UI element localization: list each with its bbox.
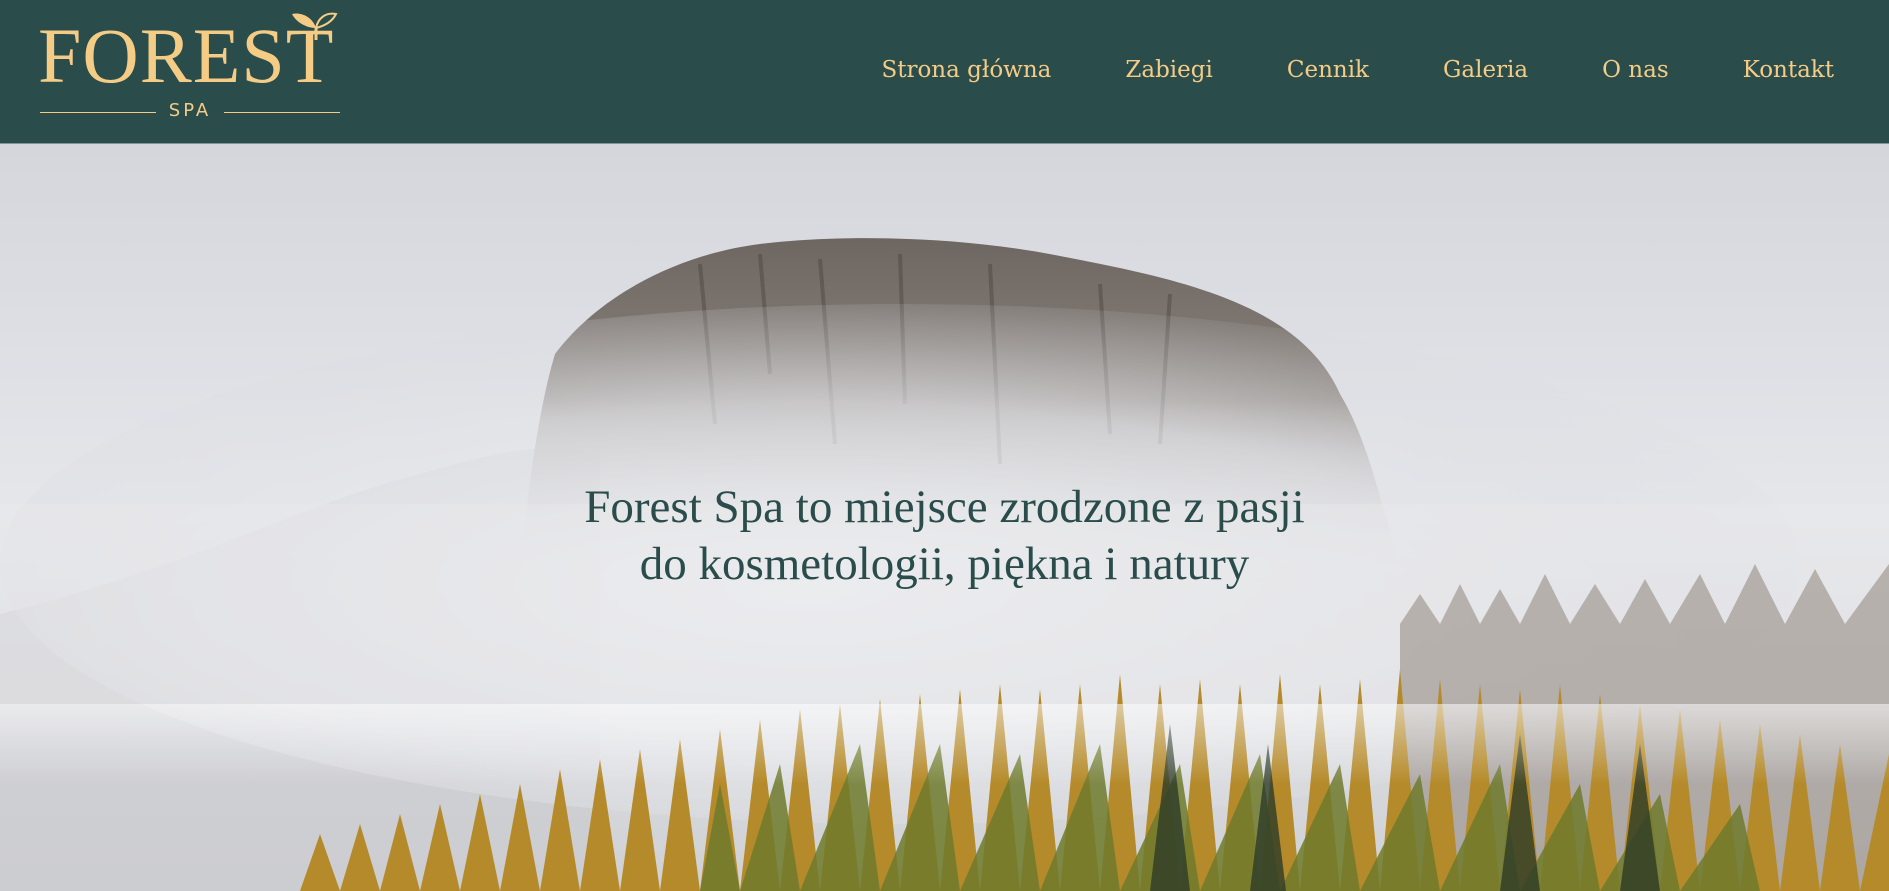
hero-tagline-line-1: Forest Spa to miejsce zrodzone z pasji <box>584 481 1305 533</box>
main-nav: Strona główna Zabiegi Cennik Galeria O n… <box>881 50 1834 90</box>
hero-tagline-line-2: do kosmetologii, piękna i natury <box>639 538 1250 590</box>
site-header: FOREST SPA Strona główna Zabiegi Cennik … <box>0 0 1889 144</box>
nav-link-pricing[interactable]: Cennik <box>1287 57 1369 83</box>
logo-subtitle: SPA <box>38 100 342 122</box>
nav-link-about[interactable]: O nas <box>1602 57 1669 83</box>
logo-divider-right <box>224 112 340 113</box>
nav-link-home[interactable]: Strona główna <box>881 57 1051 83</box>
hero-tagline: Forest Spa to miejsce zrodzone z pasji d… <box>0 479 1889 593</box>
leaf-icon <box>292 12 338 40</box>
logo-link[interactable]: FOREST SPA <box>38 6 348 124</box>
logo-divider-left <box>40 112 156 113</box>
hero-section: Forest Spa to miejsce zrodzone z pasji d… <box>0 144 1889 891</box>
nav-link-contact[interactable]: Kontakt <box>1743 57 1834 83</box>
nav-link-treatments[interactable]: Zabiegi <box>1125 57 1212 83</box>
nav-link-gallery[interactable]: Galeria <box>1443 57 1528 83</box>
logo-spa-label: SPA <box>168 100 212 121</box>
